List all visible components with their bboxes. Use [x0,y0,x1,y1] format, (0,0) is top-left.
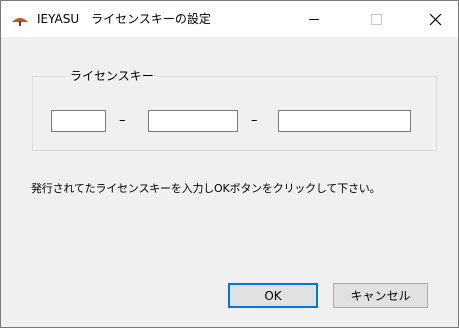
title-bar[interactable]: IEYASU ライセンスキーの設定 [1,1,458,37]
close-button[interactable] [413,1,459,37]
minimize-button[interactable] [291,1,337,37]
close-icon [429,13,442,26]
ok-button[interactable]: OK [228,283,318,308]
app-icon [11,12,29,26]
license-dialog: IEYASU ライセンスキーの設定 ライセンスキー – – 発行されてたライセン… [0,0,459,328]
key-separator-1: – [119,113,126,128]
license-key-field-3[interactable] [278,110,411,132]
license-key-field-2[interactable] [148,110,238,132]
license-key-field-1[interactable] [51,110,106,132]
license-key-group-label: ライセンスキー [66,67,158,85]
maximize-icon [371,14,382,25]
minimize-icon [309,19,319,20]
key-separator-2: – [251,113,258,128]
window-title: IEYASU ライセンスキーの設定 [37,12,211,26]
maximize-button[interactable] [353,1,399,37]
cancel-button[interactable]: キャンセル [333,283,428,308]
instruction-text: 発行されてたライセンスキーを入力しOKボタンをクリックして下さい。 [31,182,381,195]
